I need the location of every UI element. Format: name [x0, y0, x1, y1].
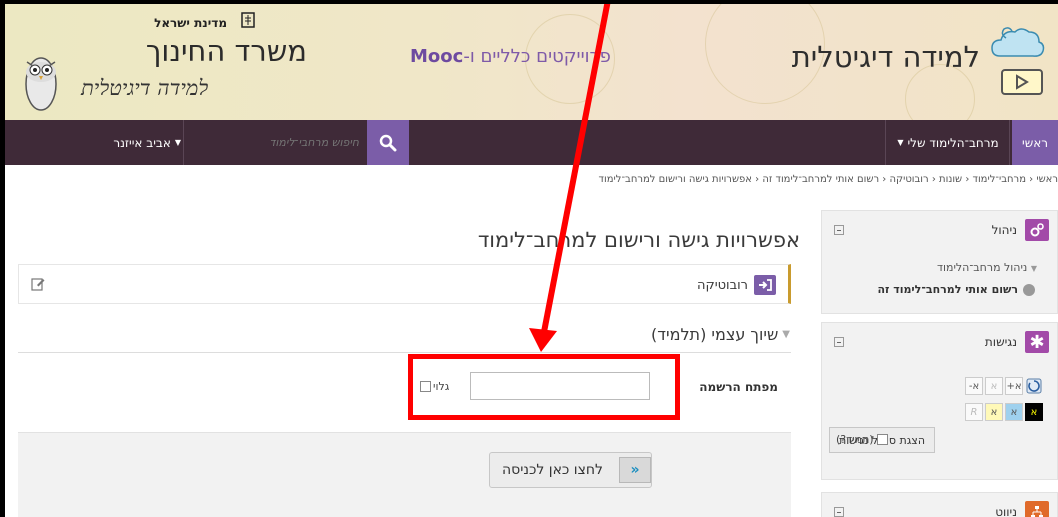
enrol-me-link[interactable]: רשום אותי למרחב־לימוד זה — [877, 283, 1035, 296]
accessibility-title: נגישות — [984, 335, 1017, 349]
screenshot-frame-top — [0, 0, 1058, 4]
course-name: רובוטיקה — [697, 277, 748, 293]
state-emblem-icon — [241, 12, 255, 28]
section-divider — [18, 352, 791, 353]
brand-title[interactable]: למידה דיגיטלית — [792, 40, 980, 74]
collapse-icon[interactable] — [834, 337, 844, 347]
ministry-subtitle: למידה דיגיטלית — [81, 76, 209, 100]
nav-home[interactable]: ראשי — [1012, 120, 1058, 165]
user-menu[interactable]: ▼ אביב אייזנר — [5, 120, 181, 165]
ministry-state: מדינת ישראל — [154, 16, 227, 30]
project-link-text: פרוייקטים כלליים ו- — [463, 46, 611, 67]
ministry-name: משרד החינוך — [145, 34, 307, 68]
nav-my-learning-space[interactable]: מרחב־הלימוד שלי ▼ — [888, 120, 1008, 165]
enrol-me-label: רשום אותי למרחב־לימוד זה — [877, 283, 1018, 296]
header-banner: למידה דיגיטלית פרוייקטים כלליים ו-Mooc מ… — [5, 4, 1058, 120]
nav-separator — [1009, 120, 1010, 165]
gears-icon — [1025, 219, 1049, 241]
page-title: אפשרויות גישה ורישום למרחב־לימוד — [477, 228, 800, 252]
asterisk-icon: ✱ — [1025, 331, 1049, 353]
always-label: (תמיד?) — [836, 433, 874, 446]
double-chevron-icon: « — [619, 457, 651, 483]
enrolment-key-label: מפתח הרשמה — [699, 380, 778, 394]
course-link[interactable]: רובוטיקה — [697, 275, 776, 295]
color-scheme-row: R א א א — [965, 403, 1043, 421]
ministry-logo[interactable]: מדינת ישראל משרד החינוך למידה דיגיטלית — [23, 12, 313, 116]
caret-down-icon: ▼ — [1030, 264, 1037, 273]
accessibility-block: ✱ נגישות א- א א+ R א א א הצגת סרגל נגישו… — [821, 322, 1058, 480]
collapse-icon[interactable] — [834, 225, 844, 235]
sitemap-icon — [1025, 501, 1049, 517]
form-footer — [18, 432, 791, 517]
search-button[interactable] — [367, 120, 409, 165]
accessibility-block-header: ✱ נגישות — [822, 323, 1057, 363]
enter-icon — [754, 275, 776, 295]
admin-sub-label: ניהול מרחב־הלימוד — [936, 261, 1028, 274]
enrol-login-button[interactable]: לחצו כאן לכניסה « — [489, 452, 652, 488]
annotation-highlight-box — [408, 354, 680, 420]
owl-icon — [25, 57, 57, 111]
login-button-label: לחצו כאן לכניסה — [501, 462, 604, 478]
save-settings-icon[interactable] — [1025, 377, 1043, 395]
project-link-mooc: Mooc — [410, 46, 464, 67]
always-checkbox[interactable] — [876, 434, 888, 445]
collapse-icon[interactable] — [834, 507, 844, 517]
user-icon — [1023, 283, 1035, 296]
admin-course-management[interactable]: ▼ ניהול מרחב־הלימוד — [937, 261, 1037, 274]
caret-down-icon: ▼ — [174, 138, 181, 147]
admin-block-header: ניהול — [822, 211, 1057, 251]
top-navbar: ראשי מרחב־הלימוד שלי ▼ ▼ אביב אייזנר — [5, 120, 1058, 165]
scheme-blue-button[interactable]: א — [1005, 403, 1023, 421]
navigation-block: ניווט — [821, 492, 1058, 517]
search-input[interactable] — [185, 120, 367, 165]
section-self-enrol[interactable]: ▼ שיוך עצמי (תלמיד) — [651, 325, 790, 344]
course-box: רובוטיקה — [18, 264, 791, 304]
admin-block: ניהול ▼ ניהול מרחב־הלימוד רשום אותי למרח… — [821, 210, 1058, 314]
section-title: שיוך עצמי (תלמיד) — [651, 325, 779, 344]
font-decrease-button[interactable]: א- — [965, 377, 983, 395]
breadcrumb[interactable]: ראשי ‹ מרחבי־לימוד ‹ שונות ‹ רובוטיקה ‹ … — [588, 174, 1058, 185]
scheme-black-button[interactable]: א — [1025, 403, 1043, 421]
font-increase-button[interactable]: א+ — [1005, 377, 1023, 395]
screenshot-frame-left — [0, 0, 5, 517]
navigation-title: ניווט — [995, 505, 1017, 517]
font-size-row: א- א א+ — [965, 377, 1043, 395]
nav-separator — [183, 120, 184, 165]
search-icon — [379, 134, 397, 151]
user-name: אביב אייזנר — [113, 135, 171, 150]
cloud-laptop-icon — [991, 27, 1045, 95]
caret-down-icon: ▼ — [782, 329, 790, 340]
nav-my-label: מרחב־הלימוד שלי — [907, 135, 999, 150]
always-toggle[interactable]: (תמיד?) — [836, 433, 888, 446]
nav-separator — [885, 120, 886, 165]
navigation-block-header: ניווט — [822, 493, 1057, 517]
project-link[interactable]: פרוייקטים כלליים ו-Mooc — [410, 46, 611, 67]
font-reset-button[interactable]: א — [985, 377, 1003, 395]
scheme-yellow-button[interactable]: א — [985, 403, 1003, 421]
admin-title: ניהול — [991, 223, 1017, 237]
caret-down-icon: ▼ — [897, 138, 904, 147]
edit-icon[interactable] — [31, 277, 45, 291]
scheme-reset-button[interactable]: R — [965, 403, 983, 421]
